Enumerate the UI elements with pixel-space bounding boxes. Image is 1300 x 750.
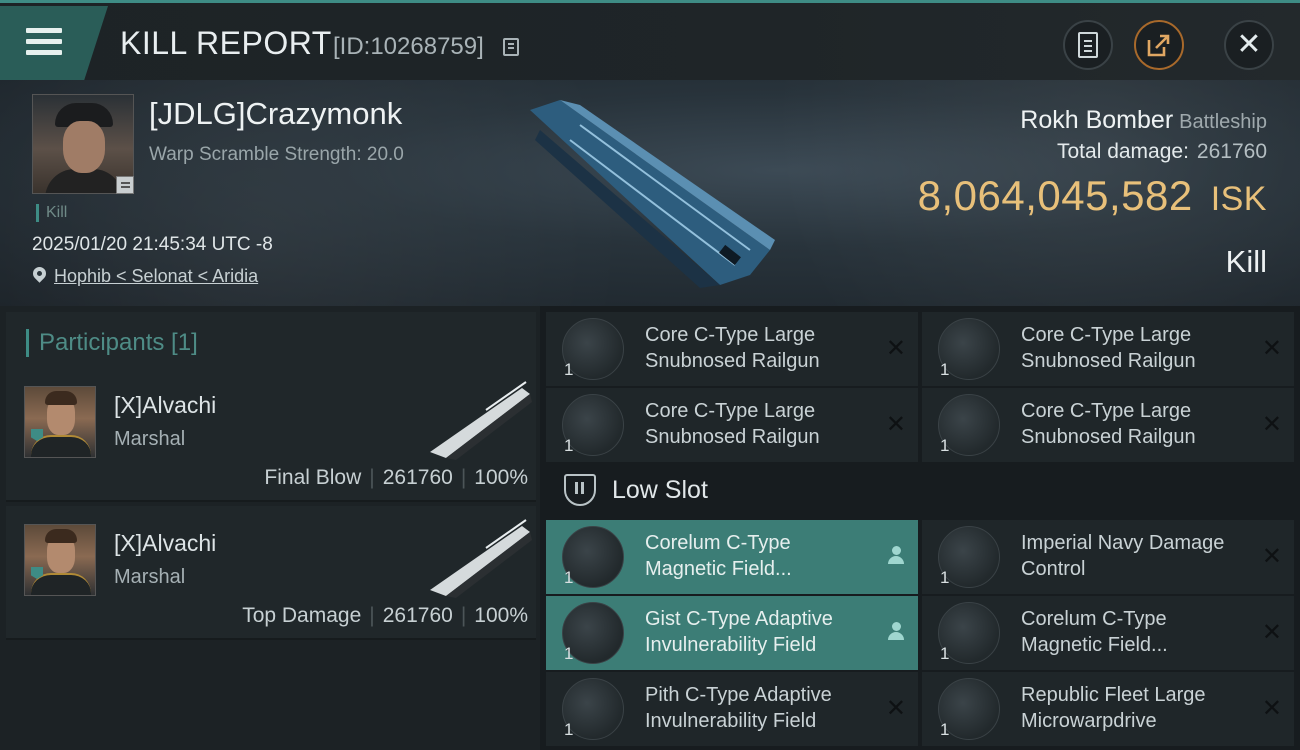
participant-stats: Top Damage | 261760 | 100%: [242, 604, 528, 627]
module-quantity: 1: [940, 360, 950, 379]
module-quantity: 1: [940, 436, 950, 455]
module-slot[interactable]: 1 Pith C-Type Adaptive Invulnerability F…: [546, 672, 918, 746]
destroyed-icon: ✕: [1261, 411, 1282, 438]
destroyed-icon: ✕: [885, 695, 906, 722]
participant-name[interactable]: [X]Alvachi: [114, 530, 216, 557]
module-name: Imperial Navy Damage Control: [1021, 532, 1225, 580]
total-damage-value: 261760: [1196, 140, 1267, 163]
participants-panel: Participants [1] [X]Alvachi Marshal Fina…: [0, 306, 540, 750]
ship-name[interactable]: Rokh Bomber: [1020, 106, 1173, 134]
participant-ship: Marshal: [114, 428, 186, 450]
victim-name[interactable]: [JDLG]Crazymonk: [149, 96, 402, 132]
ship-illustration: [530, 100, 775, 288]
participant-card[interactable]: [X]Alvachi Marshal Top Damage | 261760 | 100…: [6, 506, 536, 640]
close-button[interactable]: ✕: [1224, 20, 1274, 70]
victim-ship: Rokh Bomber Battleship: [1020, 106, 1267, 135]
victim-banner: [JDLG]Crazymonk Warp Scramble Strength: …: [0, 80, 1300, 306]
module-slot[interactable]: 1 Corelum C-Type Magnetic Field... ✕: [922, 596, 1294, 670]
ship-class: Battleship: [1179, 111, 1267, 133]
module-quantity: 1: [940, 720, 950, 739]
module-name: Core C-Type Large Snubnosed Railgun: [1021, 324, 1196, 372]
destroyed-icon: ✕: [885, 411, 906, 438]
module-name: Core C-Type Large Snubnosed Railgun: [645, 324, 820, 372]
module-slot[interactable]: 1 Imperial Navy Damage Control ✕: [922, 520, 1294, 594]
page-title: KILL REPORT: [120, 25, 332, 61]
destroyed-icon: ✕: [1261, 619, 1282, 646]
menu-icon: [26, 28, 62, 61]
participants-header: Participants [1]: [6, 312, 536, 368]
close-icon: ✕: [1236, 28, 1262, 61]
kill-tag: Kill: [36, 204, 67, 222]
module-slot[interactable]: 1 Republic Fleet Large Microwarpdrive ✕: [922, 672, 1294, 746]
share-icon: [1147, 34, 1170, 57]
participant-damage: 261760: [382, 466, 453, 489]
module-name: Republic Fleet Large Microwarpdrive: [1021, 684, 1206, 732]
module-quantity: 1: [564, 644, 574, 663]
participant-role: Top Damage: [242, 604, 362, 627]
dropped-pilot-icon: [888, 546, 904, 564]
report-id: [ID:10268759]: [333, 33, 484, 60]
participant-name[interactable]: [X]Alvachi: [114, 392, 216, 419]
isk-value: 8,064,045,582 ISK: [918, 172, 1267, 220]
module-slot[interactable]: 1 Core C-Type Large Snubnosed Railgun ✕: [546, 312, 918, 386]
module-quantity: 1: [564, 568, 574, 587]
dropped-pilot-icon: [888, 622, 904, 640]
clipboard-icon: [1078, 32, 1098, 58]
participant-ship: Marshal: [114, 566, 186, 588]
outcome-label: Kill: [1225, 244, 1267, 279]
low-slot-header: Low Slot: [546, 464, 1294, 520]
warp-scramble-strength: Warp Scramble Strength: 20.0: [149, 144, 404, 165]
participants-heading: Participants [1]: [26, 329, 198, 357]
share-button[interactable]: [1134, 20, 1184, 70]
module-name: Gist C-Type Adaptive Invulnerability Fie…: [645, 608, 833, 656]
participant-card[interactable]: [X]Alvachi Marshal Final Blow | 261760 | 100…: [6, 368, 536, 502]
isk-amount: 8,064,045,582: [917, 172, 1193, 219]
participant-damage: 261760: [382, 604, 453, 627]
fitting-panel: 1 Core C-Type Large Snubnosed Railgun ✕ …: [540, 306, 1300, 750]
module-quantity: 1: [940, 568, 950, 587]
destroyed-icon: ✕: [1261, 695, 1282, 722]
module-quantity: 1: [564, 360, 574, 379]
participant-ship-icon: [430, 381, 532, 460]
module-slot[interactable]: 1 Core C-Type Large Snubnosed Railgun ✕: [922, 388, 1294, 462]
participant-percent: 100%: [474, 604, 528, 627]
participant-role: Final Blow: [264, 466, 362, 489]
module-name: Corelum C-Type Magnetic Field...: [645, 532, 792, 580]
clipboard-button[interactable]: [1063, 20, 1113, 70]
destroyed-icon: ✕: [1261, 335, 1282, 362]
total-damage-label: Total damage:: [1057, 140, 1189, 163]
total-damage: Total damage: 261760: [1057, 140, 1267, 164]
participant-stats: Final Blow | 261760 | 100%: [264, 466, 528, 489]
module-slot[interactable]: 1 Gist C-Type Adaptive Invulnerability F…: [546, 596, 918, 670]
destroyed-icon: ✕: [1261, 543, 1282, 570]
module-quantity: 1: [564, 436, 574, 455]
module-slot[interactable]: 1 Corelum C-Type Magnetic Field...: [546, 520, 918, 594]
module-slot[interactable]: 1 Core C-Type Large Snubnosed Railgun ✕: [546, 388, 918, 462]
menu-button[interactable]: [0, 6, 108, 80]
participant-avatar[interactable]: [24, 386, 96, 458]
module-name: Core C-Type Large Snubnosed Railgun: [645, 400, 820, 448]
module-name: Core C-Type Large Snubnosed Railgun: [1021, 400, 1196, 448]
participant-avatar[interactable]: [24, 524, 96, 596]
low-slot-label: Low Slot: [612, 476, 708, 504]
top-bar: KILL REPORT [ID:10268759] ✕: [0, 0, 1300, 80]
kill-datetime: 2025/01/20 21:45:34 UTC -8: [32, 234, 273, 255]
module-quantity: 1: [940, 644, 950, 663]
isk-unit: ISK: [1210, 180, 1267, 218]
destroyed-icon: ✕: [885, 335, 906, 362]
info-icon[interactable]: [116, 176, 134, 194]
module-slot[interactable]: 1 Core C-Type Large Snubnosed Railgun ✕: [922, 312, 1294, 386]
copy-icon[interactable]: [503, 38, 519, 56]
module-quantity: 1: [564, 720, 574, 739]
module-name: Pith C-Type Adaptive Invulnerability Fie…: [645, 684, 832, 732]
location-link[interactable]: Hophib < Selonat < Aridia: [54, 266, 258, 287]
participant-percent: 100%: [474, 466, 528, 489]
location-pin-icon: [30, 264, 49, 283]
low-slot-icon: [564, 474, 596, 506]
participant-ship-icon: [430, 519, 532, 598]
module-name: Corelum C-Type Magnetic Field...: [1021, 608, 1168, 656]
